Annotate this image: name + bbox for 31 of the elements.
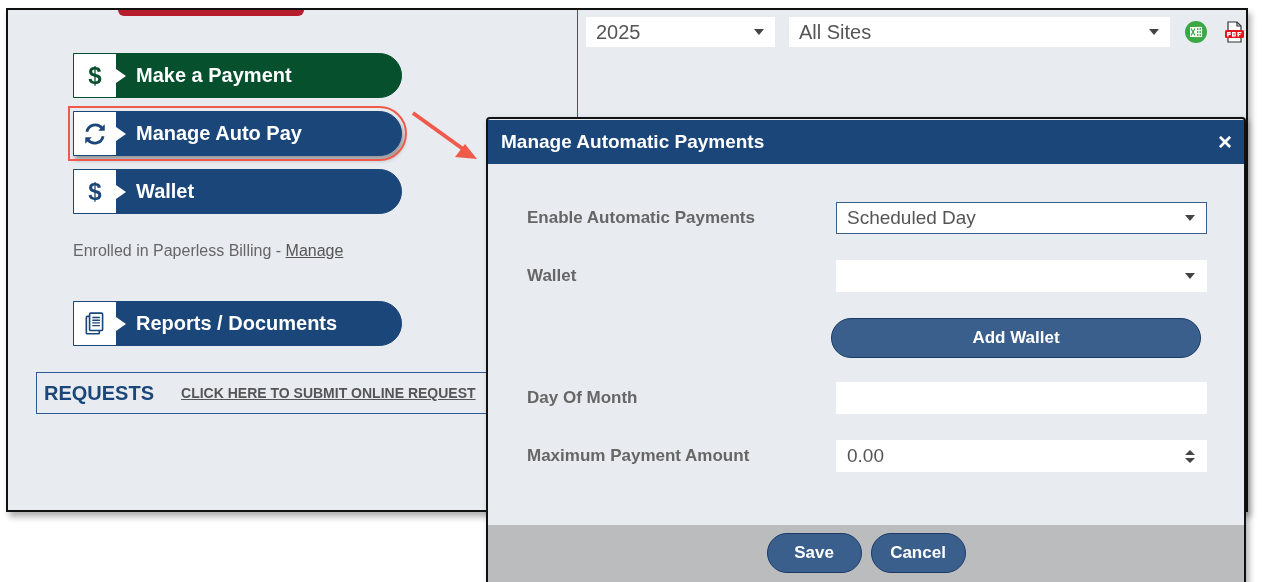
caret-icon: [1184, 214, 1196, 222]
select-field[interactable]: Scheduled Day: [836, 202, 1207, 234]
pdf-icon: [1222, 20, 1246, 44]
manage-link[interactable]: Manage: [285, 242, 344, 259]
caret-icon: [753, 28, 765, 36]
caret-icon: [1184, 272, 1196, 280]
action-button[interactable]: $ Make a Payment: [73, 53, 402, 98]
arrow-icon: [411, 111, 479, 161]
dollar-icon: $: [88, 63, 102, 88]
caret-icon: [1148, 28, 1160, 36]
site-dropdown[interactable]: All Sites: [789, 17, 1170, 47]
close-button[interactable]: ×: [1218, 128, 1232, 156]
action-button[interactable]: $ Wallet: [73, 169, 402, 214]
requests-title: REQUESTS: [44, 381, 155, 405]
submit-request-link[interactable]: CLICK HERE TO SUBMIT ONLINE REQUEST: [181, 385, 476, 401]
cancel-button[interactable]: Cancel: [870, 533, 966, 573]
add-wallet-button[interactable]: Add Wallet: [831, 318, 1201, 358]
field-label: Maximum Payment Amount: [527, 446, 750, 466]
number-field[interactable]: 0.00: [836, 440, 1207, 472]
field-label: Wallet: [527, 266, 577, 286]
spinner-icon: [1184, 448, 1196, 464]
action-button[interactable]: Reports / Documents: [73, 301, 402, 346]
field-label: Day Of Month: [527, 388, 638, 408]
year-dropdown[interactable]: 2025: [586, 17, 775, 47]
select-field[interactable]: [836, 260, 1207, 292]
dialog-title: Manage Automatic Payments: [501, 131, 765, 153]
spreadsheet-icon: [1184, 20, 1208, 44]
field-label: Enable Automatic Payments: [527, 208, 755, 228]
dollar-icon: $: [88, 179, 102, 204]
save-button[interactable]: Save: [766, 533, 862, 573]
sync-icon: [82, 120, 108, 147]
